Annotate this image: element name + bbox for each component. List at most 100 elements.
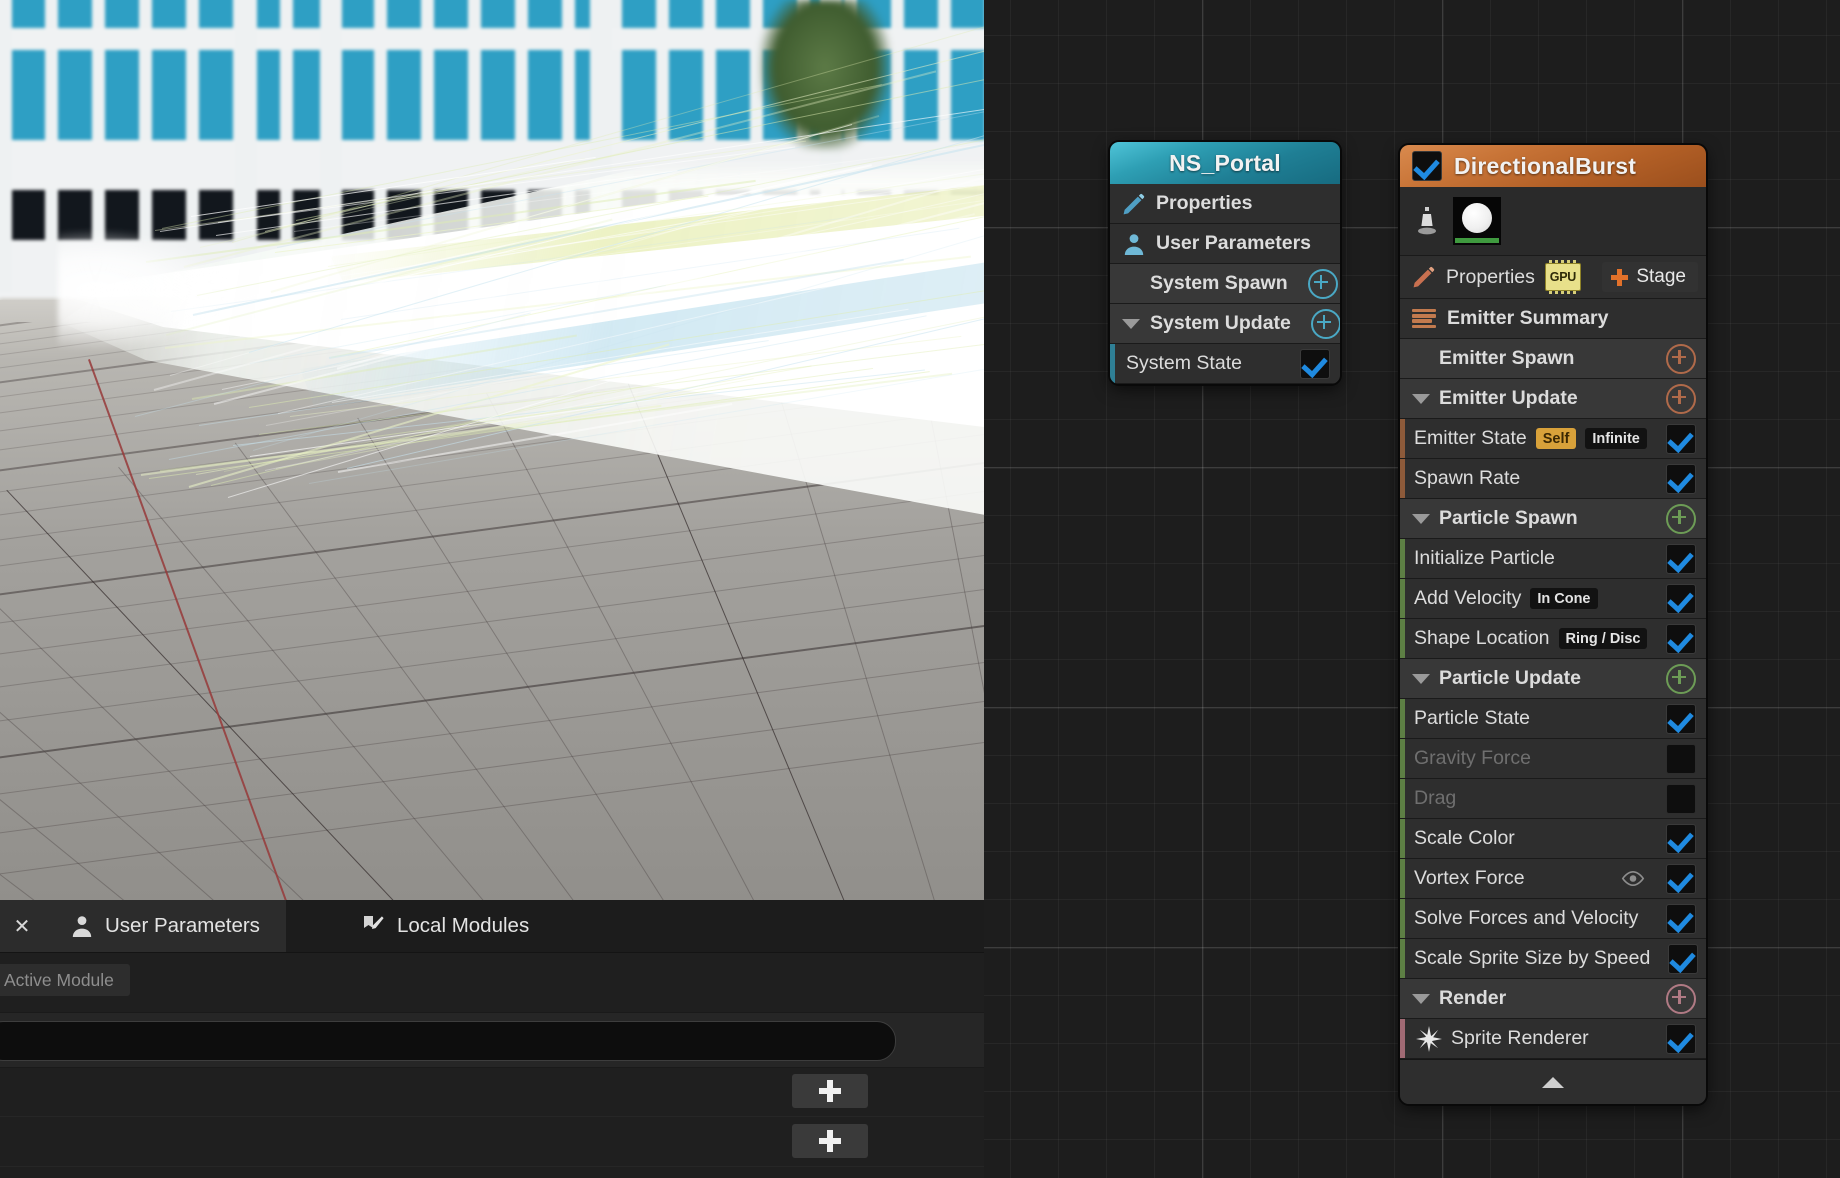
row-label: User Parameters	[1156, 232, 1311, 255]
system-row-system-state[interactable]: System State	[1110, 344, 1340, 384]
system-row-properties[interactable]: Properties	[1110, 184, 1340, 224]
emitter-row-emitter-state[interactable]: Emitter State Self Infinite	[1400, 419, 1706, 459]
emitter-row-add-velocity[interactable]: Add Velocity In Cone	[1400, 579, 1706, 619]
local-space-icon[interactable]	[1414, 206, 1440, 236]
row-label: System State	[1126, 352, 1242, 375]
niagara-preview-viewport[interactable]	[0, 0, 984, 900]
emitter-row-spawn-rate[interactable]: Spawn Rate	[1400, 459, 1706, 499]
row-stripe	[1400, 619, 1405, 658]
module-enabled-checkbox[interactable]	[1666, 904, 1696, 934]
module-enabled-checkbox[interactable]	[1666, 424, 1696, 454]
add-parameter-button-2[interactable]	[792, 1124, 868, 1158]
emitter-properties-label: Properties	[1446, 266, 1535, 289]
module-badge[interactable]: In Cone	[1530, 588, 1597, 609]
row-stripe	[1400, 859, 1405, 898]
emitter-row-sprite-renderer[interactable]: Sprite Renderer	[1400, 1019, 1706, 1059]
module-enabled-checkbox[interactable]	[1668, 944, 1698, 974]
module-enabled-checkbox[interactable]	[1666, 744, 1696, 774]
row-label: Sprite Renderer	[1451, 1027, 1589, 1050]
row-label: Emitter Update	[1439, 387, 1578, 410]
emitter-summary-row[interactable]: Emitter Summary	[1400, 299, 1706, 339]
module-badge[interactable]: Ring / Disc	[1559, 628, 1648, 649]
system-node-header[interactable]: NS_Portal	[1110, 142, 1340, 184]
emitter-row-emitter-spawn[interactable]: Emitter Spawn	[1400, 339, 1706, 379]
module-enabled-checkbox[interactable]	[1666, 544, 1696, 574]
add-module-button[interactable]	[1308, 269, 1338, 299]
add-module-button[interactable]	[1666, 984, 1696, 1014]
row-stripe	[1400, 579, 1405, 618]
row-stripe	[1400, 699, 1405, 738]
system-row-user-parameters[interactable]: User Parameters	[1110, 224, 1340, 264]
visibility-eye-icon[interactable]	[1621, 871, 1645, 886]
emitter-collapse-button[interactable]	[1400, 1059, 1706, 1104]
gpu-badge-icon: GPU	[1545, 263, 1581, 291]
emitter-row-particle-update[interactable]: Particle Update	[1400, 659, 1706, 699]
panel-divider	[0, 1166, 984, 1167]
add-module-button[interactable]	[1666, 664, 1696, 694]
emitter-row-scale-sprite-size-by-speed[interactable]: Scale Sprite Size by Speed	[1400, 939, 1706, 979]
emitter-row-initialize-particle[interactable]: Initialize Particle	[1400, 539, 1706, 579]
emitter-enabled-checkbox[interactable]	[1412, 151, 1442, 181]
add-module-button[interactable]	[1666, 384, 1696, 414]
module-enabled-checkbox[interactable]	[1666, 864, 1696, 894]
row-label: Particle Spawn	[1439, 507, 1578, 530]
row-label: Spawn Rate	[1414, 467, 1520, 490]
row-stripe	[1110, 344, 1115, 383]
add-module-button[interactable]	[1666, 344, 1696, 374]
module-badge[interactable]: Infinite	[1585, 428, 1647, 449]
chevron-down-icon[interactable]	[1412, 674, 1430, 684]
emitter-row-solve-forces-and-velocity[interactable]: Solve Forces and Velocity	[1400, 899, 1706, 939]
module-enabled-checkbox[interactable]	[1300, 349, 1330, 379]
person-icon	[1122, 232, 1146, 256]
emitter-thumbnail-row	[1400, 187, 1706, 256]
row-label: Add Velocity	[1414, 587, 1521, 610]
tab-user-parameters[interactable]: User Parameters	[44, 900, 286, 952]
chevron-down-icon[interactable]	[1412, 394, 1430, 404]
emitter-node[interactable]: DirectionalBurst Properties GPU Stage Em…	[1400, 145, 1706, 1104]
tab-local-modules[interactable]: Local Modules	[340, 900, 551, 952]
add-module-button[interactable]	[1311, 309, 1340, 339]
module-enabled-checkbox[interactable]	[1666, 784, 1696, 814]
add-parameter-row-2	[0, 1116, 984, 1167]
user-parameters-panel: ✕ User Parameters Local Modules Active M…	[0, 900, 984, 1178]
row-stripe	[1400, 539, 1405, 578]
row-stripe	[1400, 1019, 1405, 1058]
emitter-row-drag[interactable]: Drag	[1400, 779, 1706, 819]
module-enabled-checkbox[interactable]	[1666, 704, 1696, 734]
emitter-node-title: DirectionalBurst	[1454, 153, 1636, 180]
emitter-row-emitter-update[interactable]: Emitter Update	[1400, 379, 1706, 419]
sprite-thumbnail[interactable]	[1452, 196, 1502, 246]
system-row-system-update[interactable]: System Update	[1110, 304, 1340, 344]
emitter-properties-row[interactable]: Properties GPU Stage	[1400, 256, 1706, 299]
chevron-down-icon[interactable]	[1122, 319, 1140, 329]
close-tab-button[interactable]: ✕	[0, 900, 44, 952]
emitter-row-vortex-force[interactable]: Vortex Force	[1400, 859, 1706, 899]
add-module-button[interactable]	[1666, 504, 1696, 534]
module-enabled-checkbox[interactable]	[1666, 824, 1696, 854]
chevron-down-icon[interactable]	[1412, 514, 1430, 524]
emitter-row-scale-color[interactable]: Scale Color	[1400, 819, 1706, 859]
search-input[interactable]	[0, 1021, 896, 1061]
add-parameter-button-1[interactable]	[792, 1074, 868, 1108]
emitter-row-render[interactable]: Render	[1400, 979, 1706, 1019]
chevron-down-icon[interactable]	[1412, 994, 1430, 1004]
emitter-row-particle-state[interactable]: Particle State	[1400, 699, 1706, 739]
pencil-icon	[1122, 192, 1146, 216]
module-enabled-checkbox[interactable]	[1666, 464, 1696, 494]
module-enabled-checkbox[interactable]	[1666, 1024, 1696, 1054]
module-enabled-checkbox[interactable]	[1666, 584, 1696, 614]
system-row-system-spawn[interactable]: System Spawn	[1110, 264, 1340, 304]
emitter-row-gravity-force[interactable]: Gravity Force	[1400, 739, 1706, 779]
system-node[interactable]: NS_Portal Properties User Parameters Syste…	[1110, 142, 1340, 384]
module-enabled-checkbox[interactable]	[1666, 624, 1696, 654]
add-stage-button[interactable]: Stage	[1602, 262, 1698, 292]
add-parameter-row-1	[0, 1066, 984, 1117]
module-badge[interactable]: Self	[1536, 428, 1577, 449]
search-row	[0, 1012, 984, 1068]
emitter-node-header[interactable]: DirectionalBurst	[1400, 145, 1706, 187]
row-stripe	[1400, 899, 1405, 938]
row-label: Solve Forces and Velocity	[1414, 907, 1638, 930]
row-stripe	[1400, 739, 1405, 778]
emitter-row-shape-location[interactable]: Shape Location Ring / Disc	[1400, 619, 1706, 659]
emitter-row-particle-spawn[interactable]: Particle Spawn	[1400, 499, 1706, 539]
